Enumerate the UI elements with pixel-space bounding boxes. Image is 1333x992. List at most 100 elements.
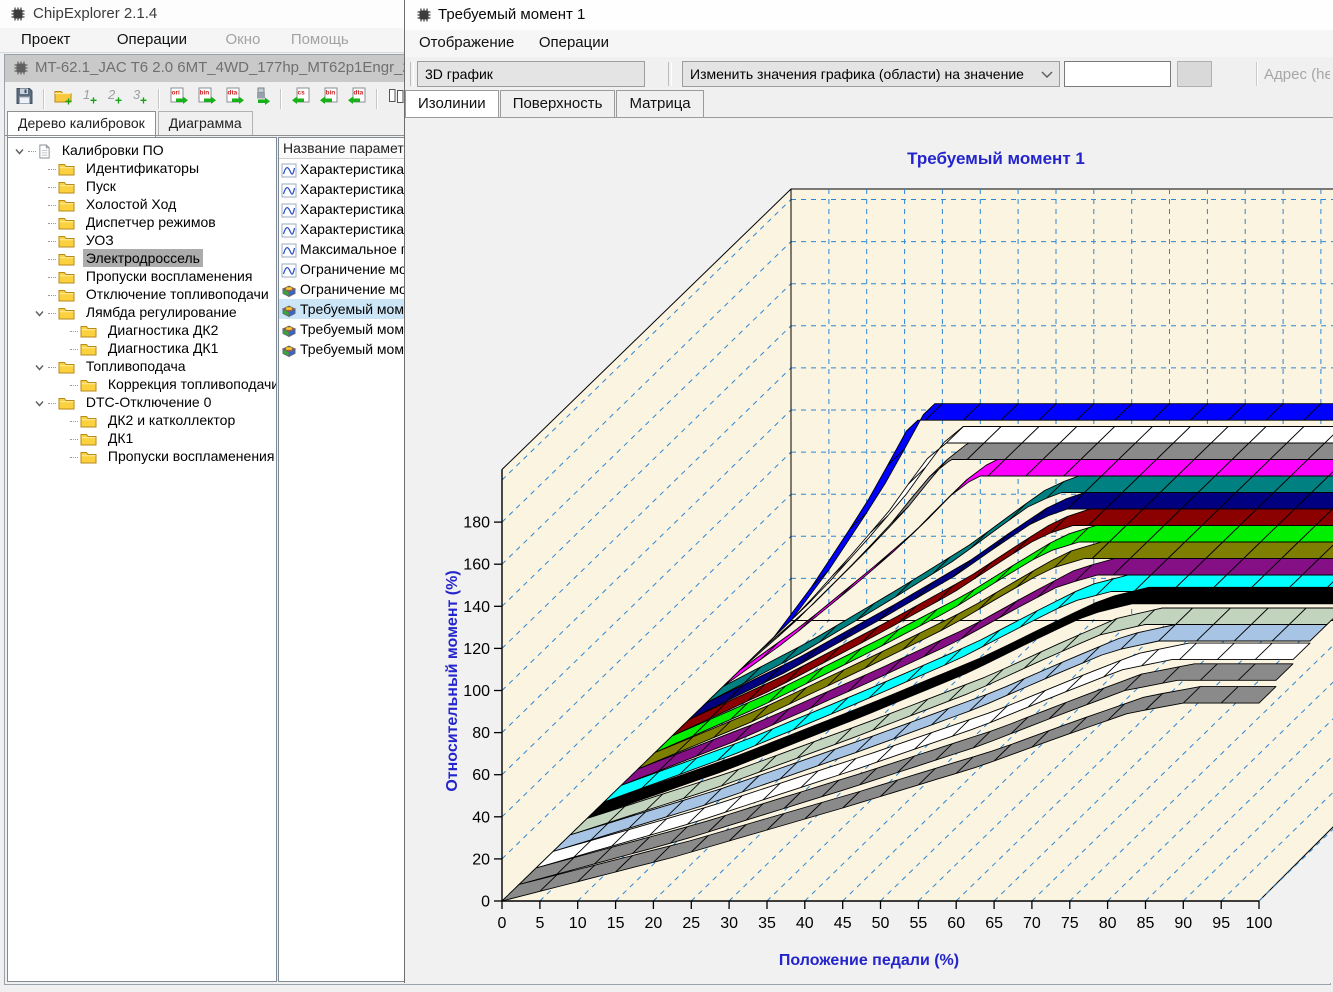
chevron-down-icon <box>1041 71 1053 79</box>
tree-item-label[interactable]: Холостой Ход <box>83 195 179 213</box>
export-usb-button[interactable] <box>252 86 272 111</box>
chart-window-titlebar[interactable]: Требуемый момент 1 <box>405 0 1333 30</box>
tree-connector <box>70 421 78 422</box>
add-folder-button[interactable]: + <box>53 86 75 111</box>
value-input[interactable] <box>1064 61 1171 87</box>
menu-project[interactable]: Проект <box>8 28 83 51</box>
svg-text:55: 55 <box>910 915 928 932</box>
save-button[interactable] <box>14 86 35 111</box>
tree-item-label[interactable]: Диагностика ДК2 <box>105 321 221 339</box>
tree-item-17[interactable]: Пропуски воспламенения <box>8 447 276 465</box>
expander-chevron-icon[interactable] <box>34 303 48 321</box>
surface-3d-icon <box>281 281 300 297</box>
menu-window[interactable]: Окно <box>213 28 274 51</box>
expander-chevron-icon[interactable] <box>34 357 48 375</box>
svg-text:Положение педали (%): Положение педали (%) <box>779 952 959 969</box>
add-3-button[interactable]: 3+ <box>131 86 150 111</box>
svg-text:160: 160 <box>463 557 490 574</box>
tree-item-label[interactable]: Отключение топливоподачи <box>83 285 272 303</box>
folder-icon <box>58 268 79 284</box>
menu-display[interactable]: Отображение <box>409 30 524 55</box>
tree-item-9[interactable]: Лямбда регулирование <box>8 303 276 321</box>
svg-text:80: 80 <box>472 725 490 742</box>
curve-2d-icon <box>281 181 300 197</box>
tree-item-label[interactable]: Коррекция топливоподачи <box>105 375 277 393</box>
tab-calibration-tree[interactable]: Дерево калибровок <box>7 111 156 137</box>
parameter-label: Требуемый момен <box>300 301 419 317</box>
tree-item-14[interactable]: DTC-Отключение 0 <box>8 393 276 411</box>
tree-item-label[interactable]: Электродроссель <box>83 249 203 267</box>
add-2-button[interactable]: 2+ <box>106 86 125 111</box>
import-bin-button[interactable]: bin <box>318 86 340 111</box>
expander-chevron-icon[interactable] <box>34 393 48 411</box>
tree-item-label[interactable]: Пуск <box>83 177 119 195</box>
apply-button[interactable] <box>1177 61 1212 87</box>
tree-item-label[interactable]: Диспетчер режимов <box>83 213 219 231</box>
tree-item-label[interactable]: Топливоподача <box>83 357 189 375</box>
tree-item-label[interactable]: Идентификаторы <box>83 159 202 177</box>
doc-chip-icon <box>13 60 29 81</box>
view-mode-combo[interactable]: 3D график <box>417 61 645 87</box>
tree-item-15[interactable]: ДК2 и катколлектор <box>8 411 276 429</box>
export-dta-button[interactable]: dta <box>224 86 246 111</box>
import-dta-button[interactable]: dta <box>346 86 368 111</box>
tree-connector <box>48 259 56 260</box>
import-cs-button[interactable]: cs <box>290 86 312 111</box>
tree-item-1[interactable]: Идентификаторы <box>8 159 276 177</box>
tab-matrix[interactable]: Матрица <box>616 90 703 117</box>
tree-connector <box>48 205 56 206</box>
surface-3d-icon <box>281 321 300 337</box>
tree-item-label[interactable]: Калибровки ПО <box>59 141 167 159</box>
tab-diagram[interactable]: Диаграмма <box>158 111 253 135</box>
tree-item-label[interactable]: DTC-Отключение 0 <box>83 393 214 411</box>
folder-icon <box>58 358 79 374</box>
add-1-button[interactable]: 1+ <box>81 86 100 111</box>
parameter-label: Ограничение мом <box>300 281 416 297</box>
tree-item-7[interactable]: Пропуски воспламенения <box>8 267 276 285</box>
tree-item-label[interactable]: ДК1 <box>105 429 136 447</box>
calibration-tree-panel[interactable]: Калибровки ПО Идентификаторы Пуск Холост… <box>7 137 277 982</box>
compare-button[interactable] <box>386 86 406 111</box>
export-ori-button[interactable]: ori <box>168 86 190 111</box>
tree-item-3[interactable]: Холостой Ход <box>8 195 276 213</box>
tree-connector <box>70 457 78 458</box>
tree-item-11[interactable]: Диагностика ДК1 <box>8 339 276 357</box>
tree-item-0[interactable]: Калибровки ПО <box>8 141 276 159</box>
parameter-label: Ограничение мом <box>300 261 416 277</box>
folder-icon <box>58 250 79 266</box>
tree-item-2[interactable]: Пуск <box>8 177 276 195</box>
tree-item-5[interactable]: УОЗ <box>8 231 276 249</box>
tree-connector <box>28 151 36 152</box>
folder-icon <box>80 322 101 338</box>
toolbar-grip <box>410 62 414 86</box>
tree-item-label[interactable]: УОЗ <box>83 231 117 249</box>
menu-operations[interactable]: Операции <box>104 28 200 51</box>
tree-item-4[interactable]: Диспетчер режимов <box>8 213 276 231</box>
svg-text:+: + <box>140 94 147 107</box>
tree-item-label[interactable]: Диагностика ДК1 <box>105 339 221 357</box>
menu-help[interactable]: Помощь <box>278 28 362 51</box>
tree-item-label[interactable]: Пропуски воспламенения <box>83 267 256 285</box>
action-combo[interactable]: Изменить значения графика (области) на з… <box>682 61 1060 87</box>
tree-item-16[interactable]: ДК1 <box>8 429 276 447</box>
tree-item-6[interactable]: Электродроссель <box>8 249 276 267</box>
chart-window-title: Требуемый момент 1 <box>438 6 585 23</box>
surface-3d-icon <box>281 341 300 357</box>
chart-plot-area[interactable]: 0204060801001201401601800510152025303540… <box>405 118 1333 983</box>
tree-item-12[interactable]: Топливоподача <box>8 357 276 375</box>
tab-surface[interactable]: Поверхность <box>500 90 616 117</box>
tree-item-10[interactable]: Диагностика ДК2 <box>8 321 276 339</box>
menu-operations2[interactable]: Операции <box>529 30 619 55</box>
tree-connector <box>48 367 56 368</box>
tree-item-label[interactable]: Пропуски воспламенения <box>105 447 277 465</box>
svg-text:45: 45 <box>834 915 852 932</box>
svg-text:dta: dta <box>354 90 364 97</box>
folder-icon <box>80 340 101 356</box>
expander-chevron-icon[interactable] <box>14 141 28 159</box>
tree-item-label[interactable]: ДК2 и катколлектор <box>105 411 238 429</box>
tree-item-8[interactable]: Отключение топливоподачи <box>8 285 276 303</box>
tree-connector <box>48 223 56 224</box>
tree-item-label[interactable]: Лямбда регулирование <box>83 303 240 321</box>
tree-item-13[interactable]: Коррекция топливоподачи <box>8 375 276 393</box>
export-bin-button[interactable]: bin <box>196 86 218 111</box>
